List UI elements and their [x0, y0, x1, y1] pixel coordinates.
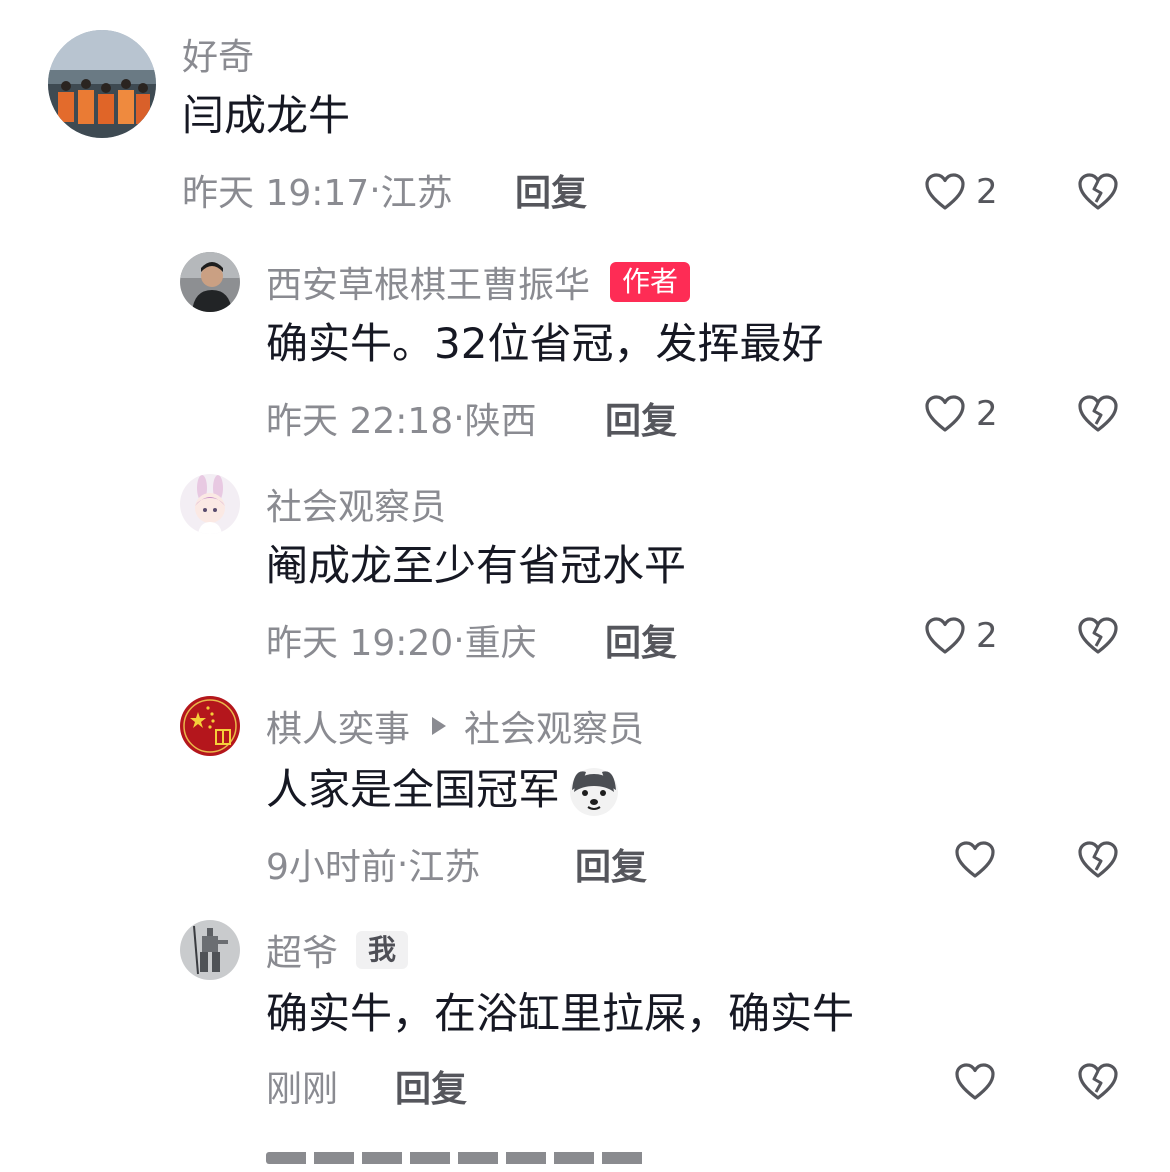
username[interactable]: 超爷: [266, 924, 338, 976]
like-button[interactable]: 2: [924, 612, 998, 660]
avatar[interactable]: [180, 252, 240, 312]
avatar[interactable]: [48, 30, 156, 138]
comment-location: 重庆: [464, 623, 537, 664]
like-button[interactable]: [954, 1058, 996, 1106]
username[interactable]: 西安草根棋王曹振华: [266, 256, 590, 308]
dislike-button[interactable]: [1077, 836, 1119, 884]
meta-separator: ·: [453, 397, 465, 439]
dislike-button[interactable]: [1077, 1058, 1119, 1106]
reply-button[interactable]: 回复: [605, 616, 677, 664]
username-row: 超爷 我: [266, 924, 409, 976]
expand-more-replies-partial[interactable]: [266, 1148, 646, 1172]
comment-text: 确实牛。32位省冠，发挥最好: [266, 319, 824, 368]
username-row: 棋人奕事 社会观察员: [266, 702, 644, 750]
username[interactable]: 棋人奕事: [266, 700, 410, 752]
dislike-button[interactable]: [1077, 168, 1119, 216]
author-badge: 作者: [610, 262, 691, 302]
comment-meta: 昨天 22:18 · 陕西: [266, 394, 537, 443]
avatar[interactable]: [180, 696, 240, 756]
comment-meta: 昨天 19:20 · 重庆: [266, 616, 537, 665]
comment-time: 刚刚: [266, 1069, 339, 1110]
broken-heart-icon: [1077, 616, 1119, 656]
comment-time: 昨天 22:18: [266, 401, 454, 442]
meta-separator: ·: [369, 169, 381, 211]
heart-outline-icon: [924, 616, 966, 656]
comment-time: 9小时前: [266, 847, 397, 888]
reply-button[interactable]: 回复: [605, 394, 677, 442]
doge-emoji-icon: [560, 762, 622, 818]
comment-text: 闫成龙牛: [182, 91, 351, 140]
dislike-button[interactable]: [1077, 612, 1119, 660]
heart-outline-icon: [954, 840, 996, 880]
comment-location: 江苏: [380, 173, 453, 214]
heart-outline-icon: [924, 394, 966, 434]
comment-meta: 昨天 19:17 · 江苏: [182, 166, 453, 215]
heart-outline-icon: [954, 1062, 996, 1102]
like-count: 2: [976, 616, 998, 656]
reply-to-arrow-icon: [432, 717, 447, 735]
username[interactable]: 社会观察员: [266, 478, 446, 530]
heart-outline-icon: [924, 172, 966, 212]
reply-button[interactable]: 回复: [515, 166, 587, 214]
like-button[interactable]: 2: [924, 168, 998, 216]
reply-to-username[interactable]: 社会观察员: [464, 700, 644, 752]
username-row: 西安草根棋王曹振华 作者: [266, 256, 691, 308]
comment-text: 人家是全国冠军: [266, 762, 622, 818]
reply-button[interactable]: 回复: [575, 840, 647, 888]
comment-location: 陕西: [464, 401, 537, 442]
avatar[interactable]: [180, 474, 240, 534]
broken-heart-icon: [1077, 394, 1119, 434]
like-button[interactable]: [954, 836, 996, 884]
username[interactable]: 好奇: [182, 30, 254, 78]
comment-meta: 9小时前 · 江苏: [266, 840, 481, 889]
broken-heart-icon: [1077, 172, 1119, 212]
comment-location: 江苏: [408, 847, 481, 888]
meta-separator: ·: [453, 619, 465, 661]
like-button[interactable]: 2: [924, 390, 998, 438]
comment-text: 确实牛，在浴缸里拉屎，确实牛: [266, 989, 855, 1038]
comment-time: 昨天 19:20: [266, 623, 454, 664]
username-row: 社会观察员: [266, 480, 446, 528]
me-badge: 我: [356, 931, 409, 969]
dislike-button[interactable]: [1077, 390, 1119, 438]
broken-heart-icon: [1077, 1062, 1119, 1102]
like-count: 2: [976, 394, 998, 434]
meta-separator: ·: [396, 843, 409, 885]
reply-button[interactable]: 回复: [395, 1062, 467, 1110]
comment-text: 阉成龙至少有省冠水平: [266, 541, 687, 590]
comment-time: 昨天 19:17: [182, 173, 370, 214]
comment-meta: 刚刚: [266, 1062, 338, 1110]
broken-heart-icon: [1077, 840, 1119, 880]
like-count: 2: [976, 172, 998, 212]
avatar[interactable]: [180, 920, 240, 980]
